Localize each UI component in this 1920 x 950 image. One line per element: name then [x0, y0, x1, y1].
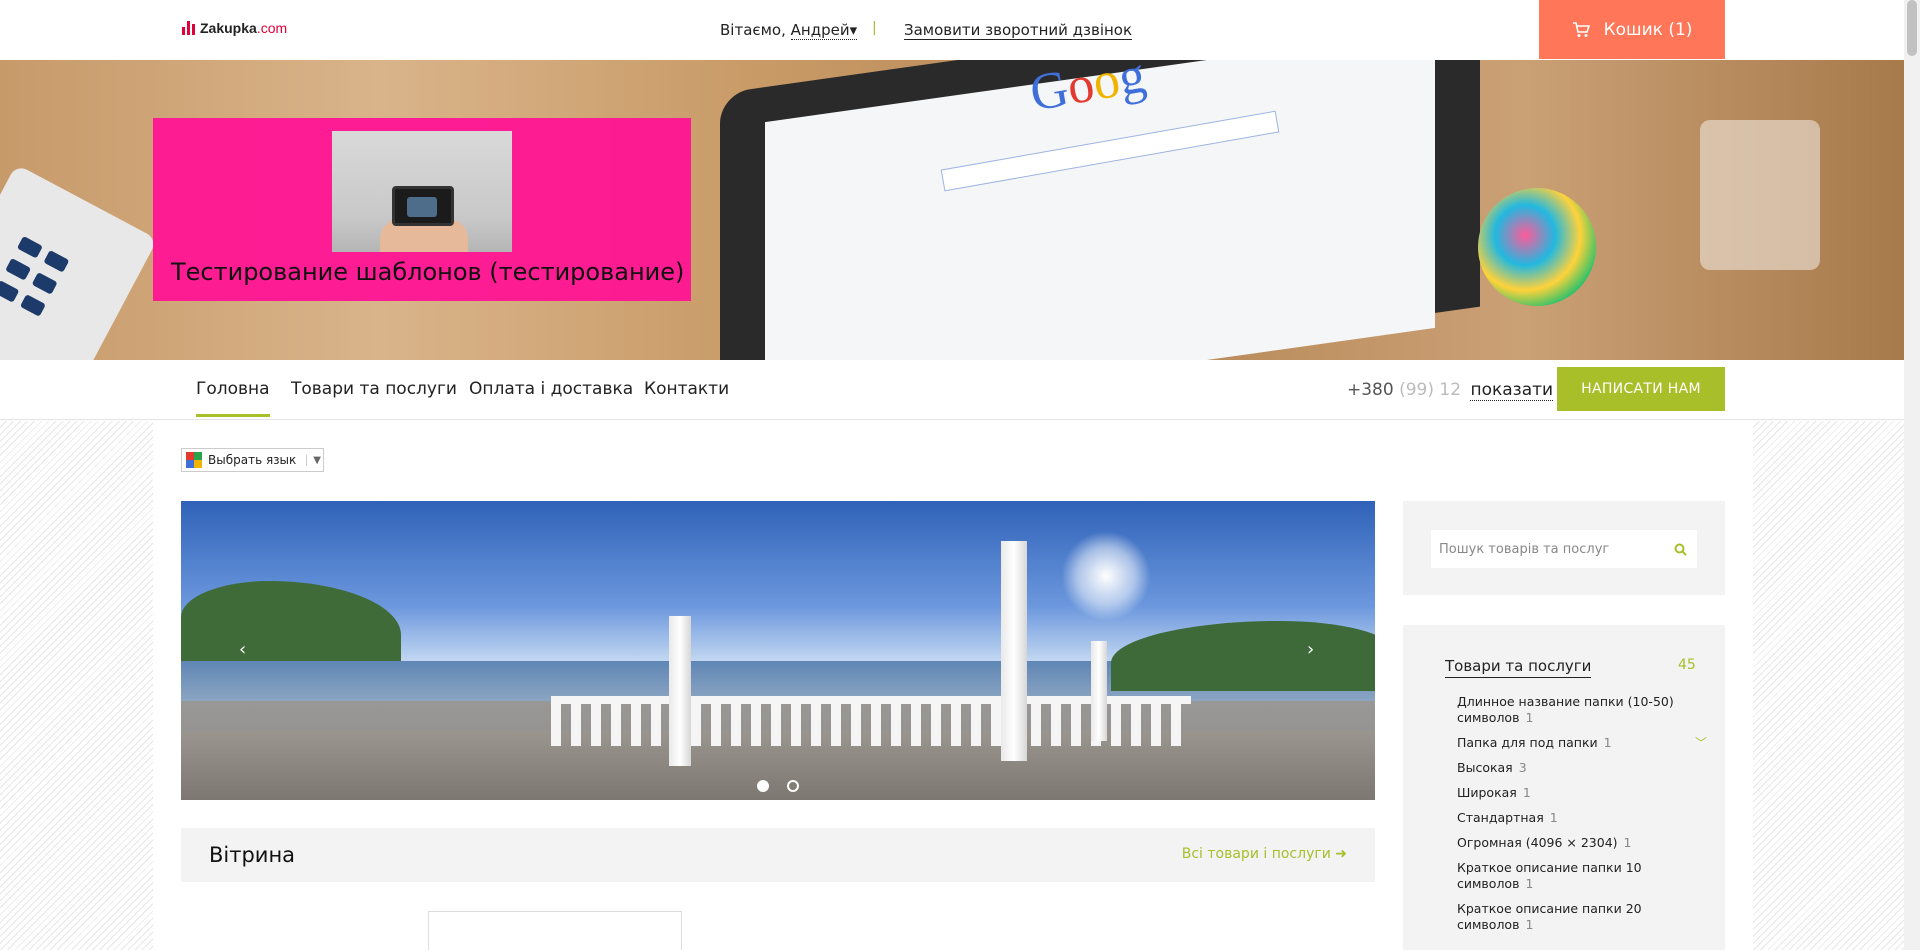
category-item-label: Краткое описание папки 20 символов: [1457, 901, 1642, 932]
chevron-down-icon: ▾: [849, 21, 858, 39]
category-title-link[interactable]: Товари та послуги: [1445, 657, 1592, 678]
calculator-image: [0, 164, 158, 360]
category-item[interactable]: Краткое описание папки 20 символов 1: [1457, 901, 1707, 933]
nav-item-products[interactable]: Товари та послуги: [291, 379, 457, 399]
slider-prev-button[interactable]: ‹: [239, 639, 246, 660]
showcase-header: Вітрина Всі товари і послуги ➜: [181, 828, 1375, 882]
page-scrollbar[interactable]: [1904, 0, 1920, 950]
logo-bars-icon: [182, 21, 195, 35]
category-item-count: 3: [1518, 760, 1527, 775]
phone-visible: +380: [1347, 380, 1394, 400]
image-slider: ‹ ›: [181, 501, 1375, 800]
yarn-ball-image: [1478, 188, 1596, 306]
category-item-label: Краткое описание папки 10 символов: [1457, 860, 1642, 891]
category-item-label: Папка для под папки: [1457, 735, 1598, 750]
language-select-label: Выбрать язык: [208, 453, 297, 467]
greeting: Вітаємо, Андрей▾: [720, 21, 858, 40]
category-item-count: 1: [1522, 785, 1531, 800]
google-translate-icon: [186, 452, 202, 468]
nav-item-payment-delivery[interactable]: Оплата і доставка: [469, 379, 633, 399]
greeting-text: Вітаємо,: [720, 21, 786, 39]
category-list: Длинное название папки (10-50) символов 1…: [1457, 694, 1707, 942]
category-item[interactable]: Стандартная 1: [1457, 810, 1707, 826]
cart-icon: [1572, 21, 1590, 37]
company-logo-image: [332, 131, 512, 252]
dropdown-arrow-icon: ▼: [306, 454, 321, 466]
category-count: 45: [1678, 657, 1696, 673]
category-item-count: 1: [1603, 735, 1612, 750]
scrollbar-thumb[interactable]: [1907, 0, 1917, 56]
slide-column: [1001, 541, 1027, 761]
phone-number: +380 (99) 12 показати: [1347, 380, 1554, 401]
category-item-count: 1: [1525, 917, 1534, 932]
language-select[interactable]: Выбрать язык ▼: [181, 448, 324, 472]
slide-column: [1091, 641, 1107, 741]
logo-name: Zakupka: [200, 20, 257, 36]
nav-item-contacts[interactable]: Контакти: [644, 379, 729, 399]
category-item[interactable]: Высокая 3: [1457, 760, 1707, 776]
category-item[interactable]: Огромная (4096 × 2304) 1: [1457, 835, 1707, 851]
category-item-count: 1: [1623, 835, 1632, 850]
category-item[interactable]: Широкая 1: [1457, 785, 1707, 801]
user-name: Андрей: [790, 21, 850, 39]
cart-label: Кошик (1): [1603, 19, 1693, 40]
slider-dot-1[interactable]: [757, 780, 769, 792]
logo-domain: .com: [256, 20, 288, 36]
company-title: Тестирование шаблонов (тестирование): [171, 258, 685, 286]
page-background-right: [1753, 421, 1904, 950]
phone-hidden: (99) 12: [1393, 380, 1462, 400]
category-item-label: Стандартная: [1457, 810, 1544, 825]
category-item-count: 1: [1525, 710, 1534, 725]
category-item-count: 1: [1525, 876, 1534, 891]
page-background-left: [0, 421, 153, 950]
category-item-label: Высокая: [1457, 760, 1513, 775]
category-item-label: Огромная (4096 × 2304): [1457, 835, 1618, 850]
show-phone-link[interactable]: показати: [1470, 380, 1554, 401]
cart-button[interactable]: Кошик (1): [1539, 0, 1725, 59]
showcase-title: Вітрина: [209, 843, 296, 867]
slide-hill: [1111, 621, 1375, 691]
category-item[interactable]: Краткое описание папки 10 символов 1: [1457, 860, 1707, 892]
slide-column: [669, 616, 691, 766]
search-icon[interactable]: [1674, 543, 1687, 556]
category-item-label: Широкая: [1457, 785, 1517, 800]
site-logo[interactable]: Zakupka .com: [182, 20, 287, 36]
nav-item-home[interactable]: Головна: [196, 379, 270, 417]
user-menu[interactable]: Андрей▾: [790, 21, 858, 40]
slide-trees: [181, 581, 401, 671]
pencil-jar-image: [1700, 120, 1820, 270]
callback-link[interactable]: Замовити зворотний дзвінок: [904, 21, 1133, 40]
slide-sun: [1061, 531, 1151, 621]
search-input[interactable]: Пошук товарів та послуг: [1431, 530, 1697, 568]
all-products-link[interactable]: Всі товари і послуги ➜: [1182, 846, 1347, 862]
category-item-count: 1: [1549, 810, 1558, 825]
category-item-label: Длинное название папки (10-50) символов: [1457, 694, 1674, 725]
slider-dot-2[interactable]: [787, 780, 799, 792]
category-item[interactable]: Длинное название папки (10-50) символов 1: [1457, 694, 1707, 726]
slider-next-button[interactable]: ›: [1307, 639, 1314, 660]
search-placeholder: Пошук товарів та послуг: [1439, 541, 1610, 557]
write-us-button[interactable]: НАПИСАТИ НАМ: [1557, 367, 1725, 411]
category-item[interactable]: Папка для под папки 1 ﹀: [1457, 735, 1707, 751]
expand-chevron-icon[interactable]: ﹀: [1695, 735, 1707, 751]
product-card[interactable]: [428, 911, 682, 950]
header-separator: |: [872, 20, 877, 36]
